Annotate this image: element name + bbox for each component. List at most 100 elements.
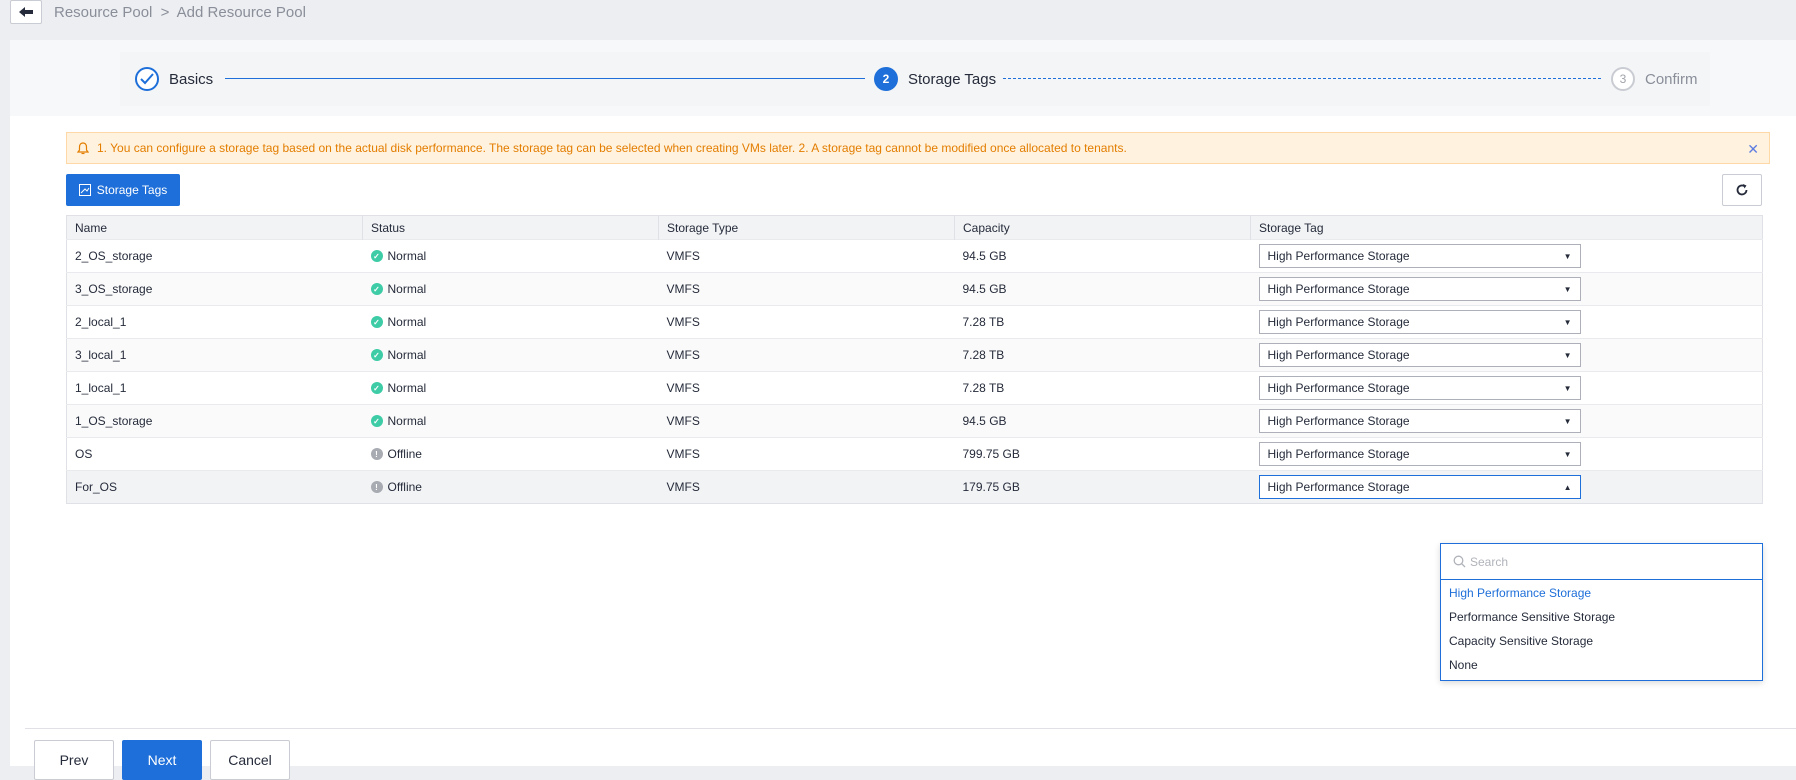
- table-row: 1_local_1 ✓ Normal VMFS 7.28 TB High Perf…: [66, 371, 1763, 405]
- check-circle-icon: ✓: [370, 316, 383, 328]
- cell-name: 1_local_1: [66, 371, 363, 405]
- cell-type: VMFS: [658, 371, 955, 405]
- cell-name: 2_local_1: [66, 305, 363, 339]
- main-panel: Basics 2 Storage Tags 3 Confirm 1. You c…: [10, 40, 1796, 780]
- cell-type: VMFS: [658, 338, 955, 372]
- arrow-left-icon: [19, 7, 33, 17]
- storage-table: Name Status Storage Type Capacity Storag…: [66, 215, 1763, 504]
- table-row: 3_OS_storage ✓ Normal VMFS 94.5 GB High P…: [66, 272, 1763, 306]
- status-text: Normal: [387, 414, 427, 428]
- prev-button[interactable]: Prev: [34, 740, 114, 780]
- alert-text: 1. You can configure a storage tag based…: [97, 141, 1127, 155]
- cell-capacity: 7.28 TB: [954, 305, 1251, 339]
- status-text: Offline: [387, 447, 422, 461]
- step-label: Basics: [169, 70, 214, 88]
- warning-circle-icon: !: [370, 481, 383, 493]
- storage-tags-label: Storage Tags: [96, 183, 168, 197]
- status-cell: ✓ Normal: [370, 414, 659, 428]
- back-button[interactable]: [10, 0, 42, 24]
- warning-circle-icon: !: [370, 448, 383, 460]
- storage-tag-dropdown: High Performance Storage Performance Sen…: [1440, 543, 1763, 681]
- step-label: Storage Tags: [908, 70, 997, 88]
- step-confirm: 3 Confirm: [1611, 67, 1698, 91]
- status-cell: ✓ Normal: [370, 381, 659, 395]
- dropdown-option[interactable]: Capacity Sensitive Storage: [1449, 634, 1593, 648]
- bell-icon: [77, 141, 89, 155]
- close-icon[interactable]: ✕: [1747, 141, 1759, 158]
- table-row: 3_local_1 ✓ Normal VMFS 7.28 TB High Perf…: [66, 338, 1763, 372]
- next-button[interactable]: Next: [122, 740, 202, 780]
- cell-type: VMFS: [658, 404, 955, 438]
- status-cell: ! Offline: [370, 480, 659, 494]
- storage-tag-select[interactable]: High Performance Storage ▼: [1258, 442, 1581, 466]
- cancel-button[interactable]: Cancel: [210, 740, 290, 780]
- caret-down-icon: ▼: [1563, 284, 1572, 294]
- dropdown-search: [1441, 544, 1762, 580]
- wizard-steps: Basics 2 Storage Tags 3 Confirm: [10, 40, 1796, 116]
- search-icon: [1453, 555, 1466, 568]
- check-icon: [135, 67, 159, 91]
- select-value: High Performance Storage: [1267, 282, 1410, 296]
- cell-type: VMFS: [658, 437, 955, 471]
- check-circle-icon: ✓: [370, 382, 383, 394]
- check-circle-icon: ✓: [370, 250, 383, 262]
- table-row: 2_OS_storage ✓ Normal VMFS 94.5 GB High P…: [66, 239, 1763, 273]
- column-header-status[interactable]: Status: [362, 215, 659, 240]
- storage-tag-select-open[interactable]: High Performance Storage ▲: [1258, 475, 1581, 499]
- table-row: 2_local_1 ✓ Normal VMFS 7.28 TB High Perf…: [66, 305, 1763, 339]
- cell-name: For_OS: [66, 470, 363, 504]
- step-connector-pending: [1003, 78, 1601, 79]
- table-row: For_OS ! Offline VMFS 179.75 GB High Perf…: [66, 470, 1763, 504]
- storage-tag-select[interactable]: High Performance Storage ▼: [1258, 277, 1581, 301]
- refresh-button[interactable]: [1722, 174, 1762, 206]
- dropdown-search-input[interactable]: [1470, 554, 1750, 569]
- cell-name: 1_OS_storage: [66, 404, 363, 438]
- storage-tag-select[interactable]: High Performance Storage ▼: [1258, 376, 1581, 400]
- caret-down-icon: ▼: [1563, 251, 1572, 261]
- column-header-storage-tag[interactable]: Storage Tag: [1250, 215, 1763, 240]
- storage-tag-select[interactable]: High Performance Storage ▼: [1258, 409, 1581, 433]
- column-header-capacity[interactable]: Capacity: [954, 215, 1251, 240]
- step-connector-done: [225, 78, 865, 79]
- storage-tag-select[interactable]: High Performance Storage ▼: [1258, 244, 1581, 268]
- caret-down-icon: ▼: [1563, 449, 1572, 459]
- breadcrumb-separator: >: [160, 4, 170, 21]
- cell-capacity: 179.75 GB: [954, 470, 1251, 504]
- cell-type: VMFS: [658, 272, 955, 306]
- table-header-row: Name Status Storage Type Capacity Storag…: [66, 215, 1763, 240]
- dropdown-option[interactable]: None: [1449, 658, 1478, 672]
- select-value: High Performance Storage: [1267, 447, 1410, 461]
- dropdown-option-selected[interactable]: High Performance Storage: [1449, 586, 1591, 600]
- cell-capacity: 94.5 GB: [954, 272, 1251, 306]
- dropdown-option[interactable]: Performance Sensitive Storage: [1449, 610, 1615, 624]
- column-header-storage-type[interactable]: Storage Type: [658, 215, 955, 240]
- cell-capacity: 799.75 GB: [954, 437, 1251, 471]
- storage-tag-select[interactable]: High Performance Storage ▼: [1258, 343, 1581, 367]
- status-text: Normal: [387, 315, 427, 329]
- status-cell: ! Offline: [370, 447, 659, 461]
- storage-tag-select[interactable]: High Performance Storage ▼: [1258, 310, 1581, 334]
- table-row: OS ! Offline VMFS 799.75 GB High Performa…: [66, 437, 1763, 471]
- status-text: Normal: [387, 381, 427, 395]
- step-storage-tags: 2 Storage Tags: [874, 67, 996, 91]
- footer-divider: [25, 728, 1796, 729]
- select-value: High Performance Storage: [1267, 348, 1410, 362]
- table-row: 1_OS_storage ✓ Normal VMFS 94.5 GB High P…: [66, 404, 1763, 438]
- column-header-name[interactable]: Name: [66, 215, 363, 240]
- cell-name: 2_OS_storage: [66, 239, 363, 273]
- breadcrumb: Resource Pool > Add Resource Pool: [54, 4, 306, 21]
- caret-down-icon: ▼: [1563, 350, 1572, 360]
- status-cell: ✓ Normal: [370, 249, 659, 263]
- select-value: High Performance Storage: [1267, 414, 1410, 428]
- caret-down-icon: ▼: [1563, 416, 1572, 426]
- caret-up-icon: ▲: [1563, 482, 1572, 492]
- cell-type: VMFS: [658, 305, 955, 339]
- select-value: High Performance Storage: [1267, 249, 1410, 263]
- breadcrumb-parent[interactable]: Resource Pool: [54, 4, 152, 21]
- select-value: High Performance Storage: [1267, 315, 1410, 329]
- step-label: Confirm: [1645, 70, 1698, 88]
- storage-tags-button[interactable]: Storage Tags: [66, 174, 180, 206]
- cell-capacity: 7.28 TB: [954, 371, 1251, 405]
- step-number: 2: [874, 67, 898, 91]
- cell-name: OS: [66, 437, 363, 471]
